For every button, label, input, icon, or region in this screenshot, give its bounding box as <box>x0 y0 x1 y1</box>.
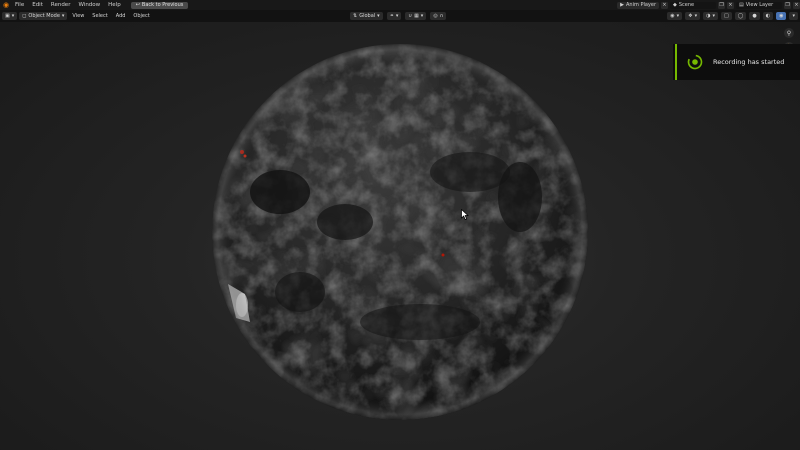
object-mode-icon: ◻ <box>22 13 27 19</box>
menu-select[interactable]: Select <box>89 12 110 20</box>
overlays-icon: ◑ <box>706 13 711 19</box>
transform-orientation-selector[interactable]: ⇅ Global ▾ <box>350 12 383 20</box>
gizmo-toggle[interactable]: ❖ ▾ <box>685 12 701 20</box>
workspace-close-icon[interactable]: × <box>661 1 668 9</box>
proportional-editing-icon: ◎ <box>433 13 438 19</box>
view-layer-copy-icon[interactable]: ❐ <box>784 1 791 9</box>
menu-edit[interactable]: Edit <box>28 0 47 10</box>
dropdown-chevron-icon: ▾ <box>11 13 15 19</box>
viewport-header: ▣ ▾ ◻ Object Mode ▾ View Select Add Obje… <box>0 10 800 22</box>
orientation-icon: ⇅ <box>353 13 358 19</box>
falloff-icon: ∩ <box>439 13 444 19</box>
dropdown-chevron-icon: ▾ <box>694 13 698 19</box>
menu-view[interactable]: View <box>69 12 87 20</box>
shading-rendered[interactable]: ◉ <box>776 12 787 20</box>
zoom-magnifier-icon[interactable]: ⚲ <box>784 28 794 38</box>
topbar-right-group: ▶ Anim Player × ◆ Scene ❐ × ▤ View Layer… <box>617 0 800 10</box>
back-arrow-icon: ↩ <box>135 1 140 8</box>
menu-render[interactable]: Render <box>47 0 75 10</box>
object-visibility-button[interactable]: ◉ ▾ <box>667 12 683 20</box>
object-mode-label: Object Mode <box>28 13 60 19</box>
mouse-cursor-icon <box>461 209 469 220</box>
rendered-sphere-icon: ◉ <box>779 13 784 19</box>
menu-object[interactable]: Object <box>130 12 152 20</box>
anim-player-workspace[interactable]: ▶ Anim Player <box>617 1 659 9</box>
viewport-overlays-shading: ◉ ▾ ❖ ▾ ◑ ▾ □ ◯ ● ◐ ◉ ▾ <box>665 12 798 20</box>
shading-material[interactable]: ◐ <box>762 12 774 20</box>
object-mode-selector[interactable]: ◻ Object Mode ▾ <box>19 12 68 20</box>
recording-notification: Recording has started <box>673 44 800 80</box>
material-sphere-icon: ◐ <box>765 13 771 19</box>
editor-type-button[interactable]: ▣ ▾ <box>2 12 18 20</box>
recording-message: Recording has started <box>713 58 785 66</box>
back-to-previous-button[interactable]: ↩ Back to Previous <box>130 1 189 9</box>
rock-sphere-render <box>212 44 588 420</box>
dropdown-chevron-icon: ▾ <box>420 13 424 19</box>
back-to-previous-label: Back to Previous <box>141 1 184 8</box>
pivot-icon: ⚭ <box>389 13 394 19</box>
scene-copy-icon[interactable]: ❐ <box>718 1 725 9</box>
orientation-label: Global <box>359 13 376 19</box>
snap-grid-icon: ▦ <box>414 13 419 19</box>
view-layer-close-icon[interactable]: × <box>793 1 800 9</box>
menu-file[interactable]: File <box>11 0 28 10</box>
anim-player-label: Anim Player <box>626 1 656 8</box>
view-layer-label: View Layer <box>745 1 774 8</box>
menu-add[interactable]: Add <box>113 12 129 20</box>
menu-window[interactable]: Window <box>74 0 104 10</box>
recording-icon <box>687 54 703 70</box>
snap-toggle[interactable]: ∪ ▦ ▾ <box>405 12 427 20</box>
xray-toggle[interactable]: □ <box>721 12 732 20</box>
scene-selector[interactable]: ◆ Scene <box>670 1 716 9</box>
scene-label: Scene <box>678 1 695 8</box>
xray-icon: □ <box>724 13 729 19</box>
dropdown-chevron-icon: ▾ <box>676 13 680 19</box>
dropdown-chevron-icon: ▾ <box>792 13 795 19</box>
snap-magnet-icon: ∪ <box>408 13 413 19</box>
blender-logo-icon[interactable]: ◉ <box>1 0 11 10</box>
pivot-point-button[interactable]: ⚭ ▾ <box>386 12 402 20</box>
layer-icon: ▤ <box>739 1 744 8</box>
play-icon: ▶ <box>620 1 624 8</box>
3d-viewport[interactable]: ⚲ ✋ <box>0 22 800 450</box>
menu-help[interactable]: Help <box>104 0 125 10</box>
notification-accent-bar <box>675 44 677 80</box>
shading-wireframe[interactable]: ◯ <box>734 12 747 20</box>
shading-solid[interactable]: ● <box>749 12 760 20</box>
view-layer-selector[interactable]: ▤ View Layer <box>736 1 782 9</box>
shading-options[interactable]: ▾ <box>789 12 798 20</box>
scene-icon: ◆ <box>673 1 677 8</box>
overlays-toggle[interactable]: ◑ ▾ <box>703 12 719 20</box>
dropdown-chevron-icon: ▾ <box>712 13 716 19</box>
gizmo-icon: ❖ <box>688 13 693 19</box>
visibility-eye-icon: ◉ <box>670 13 675 19</box>
editor-type-icon: ▣ <box>5 13 10 19</box>
dropdown-chevron-icon: ▾ <box>377 13 380 19</box>
top-menu-bar: ◉ File Edit Render Window Help ↩ Back to… <box>0 0 800 10</box>
scene-close-icon[interactable]: × <box>727 1 734 9</box>
transform-tools: ⇅ Global ▾ ⚭ ▾ ∪ ▦ ▾ ◎ ∩ <box>348 12 447 20</box>
dropdown-chevron-icon: ▾ <box>61 13 65 19</box>
dropdown-chevron-icon: ▾ <box>395 13 399 19</box>
wireframe-sphere-icon: ◯ <box>737 13 744 19</box>
proportional-editing-button[interactable]: ◎ ∩ <box>430 12 447 20</box>
sphere-rim-light <box>212 44 588 420</box>
solid-sphere-icon: ● <box>752 13 757 19</box>
